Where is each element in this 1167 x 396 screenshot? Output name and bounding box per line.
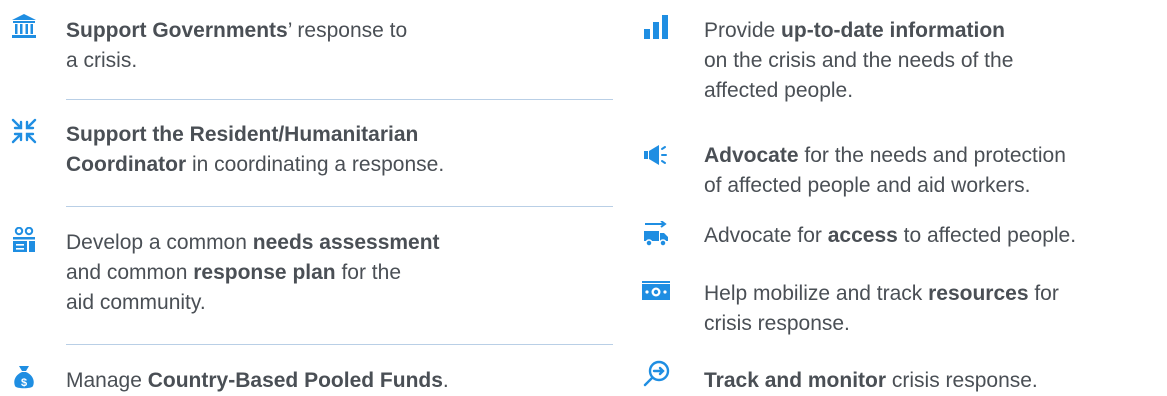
- bold-phrase: Advocate: [704, 144, 799, 167]
- text-run: Advocate for: [704, 224, 828, 247]
- text-run: and common: [66, 261, 194, 284]
- text-run: Help mobilize and track: [704, 282, 929, 305]
- government-building-icon: [11, 13, 37, 39]
- left-item-2-text: Develop a common needs assessment and com…: [66, 228, 440, 318]
- bold-phrase: resources: [928, 282, 1029, 305]
- text-run: a crisis.: [66, 49, 138, 72]
- text-run: for the: [335, 261, 401, 284]
- left-divider-0: [66, 99, 613, 100]
- bold-phrase: needs assessment: [252, 231, 440, 254]
- left-item-3-text: Manage Country-Based Pooled Funds.: [66, 366, 449, 396]
- left-divider-2: [66, 344, 613, 345]
- bold-phrase: Country-Based Pooled Funds: [147, 369, 443, 392]
- text-run: on the crisis and the needs of the: [704, 49, 1014, 72]
- left-item-0-text: Support Governments’ response to a crisis…: [66, 16, 407, 76]
- text-run: crisis response.: [704, 312, 850, 335]
- text-run: Develop a common: [66, 231, 253, 254]
- left-divider-1: [66, 206, 613, 207]
- converge-arrows-icon: [11, 118, 37, 144]
- text-run: Provide: [704, 19, 782, 42]
- money-bag-icon: $: [11, 364, 37, 390]
- text-run: .: [442, 369, 449, 392]
- text-run: crisis response.: [886, 369, 1038, 392]
- bold-phrase: Coordinator: [66, 153, 187, 176]
- bold-phrase: up-to-date information: [781, 19, 1006, 42]
- right-item-3-text: Help mobilize and track resources for cri…: [704, 279, 1059, 339]
- text-run: of affected people and aid workers.: [704, 174, 1031, 197]
- svg-text:$: $: [21, 377, 27, 389]
- text-run: Manage: [66, 369, 148, 392]
- right-item-1-text: Advocate for the needs and protection of …: [704, 141, 1066, 201]
- text-run: for: [1028, 282, 1059, 305]
- truck-access-icon: [643, 221, 669, 247]
- bold-phrase: Support the Resident/Humanitarian: [66, 123, 419, 146]
- megaphone-icon: [643, 142, 669, 168]
- bold-phrase: Track and monitor: [704, 369, 887, 392]
- bold-phrase: response plan: [193, 261, 336, 284]
- bold-phrase: access: [827, 224, 898, 247]
- text-run: to affected people.: [897, 224, 1077, 247]
- right-item-2-text: Advocate for access to affected people.: [704, 221, 1076, 251]
- bar-chart-icon: [643, 14, 669, 40]
- cash-resources-icon: [641, 278, 671, 304]
- bold-phrase: Support Governments: [66, 19, 288, 42]
- right-item-0-text: Provide up-to-date information on the cri…: [704, 16, 1013, 106]
- right-item-4-text: Track and monitor crisis response.: [704, 366, 1038, 396]
- search-monitor-icon: [643, 360, 671, 388]
- text-run: affected people.: [704, 79, 854, 102]
- text-run: for the needs and protection: [798, 144, 1066, 167]
- text-run: ’ response to: [287, 19, 408, 42]
- text-run: aid community.: [66, 291, 206, 314]
- left-item-1-text: Support the Resident/Humanitarian Coordin…: [66, 120, 444, 180]
- assessment-people-icon: [11, 227, 37, 253]
- text-run: in coordinating a response.: [186, 153, 445, 176]
